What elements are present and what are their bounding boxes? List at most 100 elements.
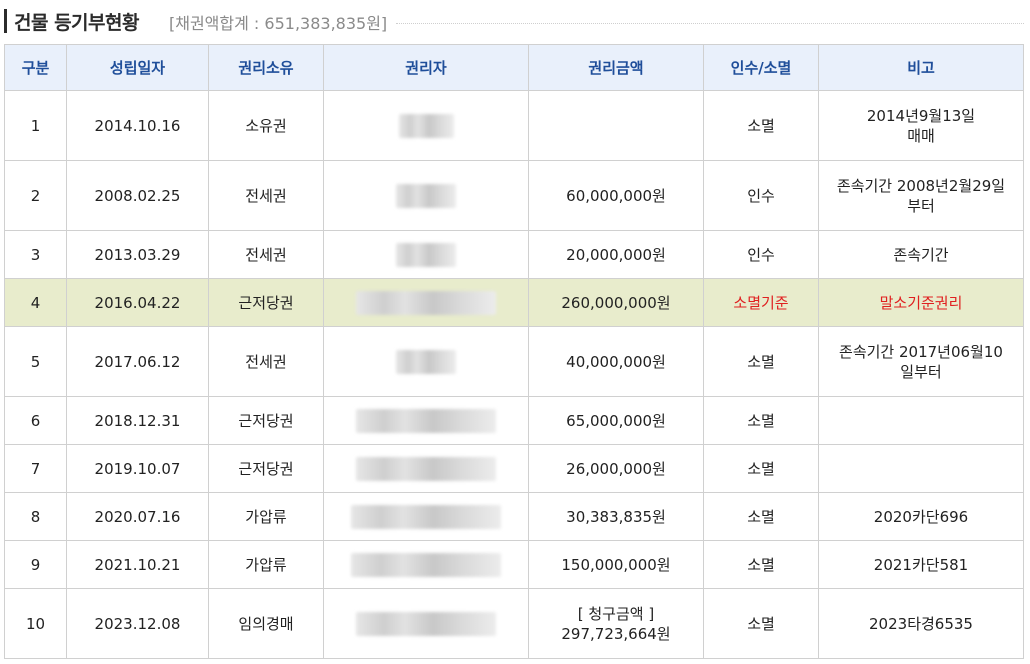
cell-type: 전세권 bbox=[208, 160, 324, 231]
cell-type: 전세권 bbox=[208, 230, 324, 279]
cell-no-line: 5 bbox=[30, 352, 41, 371]
section-title: 건물 등기부현황 bbox=[14, 12, 139, 34]
cell-status: 소멸 bbox=[703, 492, 819, 541]
cell-date-line: 2016.04.22 bbox=[94, 293, 181, 312]
cell-date-line: 2008.02.25 bbox=[94, 186, 181, 205]
cell-date: 2019.10.07 bbox=[66, 444, 209, 493]
table-row: 2 2008.02.25 전세권 60,000,000원 인수 존속기간 2008년2월2… bbox=[4, 160, 1024, 231]
cell-amount: 150,000,000원 bbox=[528, 540, 704, 589]
cell-no-line: 8 bbox=[30, 507, 41, 526]
cell-date: 2017.06.12 bbox=[66, 326, 209, 397]
cell-amount-line: [ 청구금액 ] bbox=[577, 604, 655, 623]
cell-date-line: 2014.10.16 bbox=[94, 116, 181, 135]
cell-date-line: 2019.10.07 bbox=[94, 459, 181, 478]
claims-total: [채권액합계 : 651,383,835원] bbox=[169, 14, 388, 33]
cell-note-line: 일부터 bbox=[900, 362, 942, 381]
cell-type: 근저당권 bbox=[208, 278, 324, 327]
table-row: 8 2020.07.16 가압류 30,383,835원 소멸 2020카단696 bbox=[4, 492, 1024, 541]
cell-date: 2014.10.16 bbox=[66, 90, 209, 161]
cell-note: 말소기준권리 bbox=[818, 278, 1024, 327]
cell-amount: 20,000,000원 bbox=[528, 230, 704, 279]
cell-note-line: 2023타경6535 bbox=[869, 614, 973, 633]
cell-no: 5 bbox=[4, 326, 67, 397]
cell-holder bbox=[323, 90, 529, 161]
col-header-type: 권리소유 bbox=[208, 44, 324, 91]
cell-no: 6 bbox=[4, 396, 67, 445]
redacted-name bbox=[396, 349, 456, 374]
cell-amount: 26,000,000원 bbox=[528, 444, 704, 493]
cell-no: 10 bbox=[4, 588, 67, 659]
title-marker bbox=[4, 9, 7, 33]
col-header-no: 구분 bbox=[4, 44, 67, 91]
cell-amount-line: 150,000,000원 bbox=[561, 555, 671, 574]
cell-holder bbox=[323, 588, 529, 659]
cell-amount-line: 30,383,835원 bbox=[566, 507, 666, 526]
cell-note bbox=[818, 444, 1024, 493]
cell-type-line: 근저당권 bbox=[238, 411, 294, 430]
table-row: 6 2018.12.31 근저당권 65,000,000원 소멸 bbox=[4, 396, 1024, 445]
cell-type: 근저당권 bbox=[208, 396, 324, 445]
table-row: 3 2013.03.29 전세권 20,000,000원 인수 존속기간 bbox=[4, 230, 1024, 279]
cell-amount: 260,000,000원 bbox=[528, 278, 704, 327]
cell-status: 소멸 bbox=[703, 396, 819, 445]
cell-status: 인수 bbox=[703, 160, 819, 231]
cell-no: 8 bbox=[4, 492, 67, 541]
cell-amount: 40,000,000원 bbox=[528, 326, 704, 397]
cell-note-line: 부터 bbox=[907, 196, 935, 215]
cell-status-line: 소멸 bbox=[747, 352, 775, 371]
cell-amount: 60,000,000원 bbox=[528, 160, 704, 231]
cell-amount bbox=[528, 90, 704, 161]
cell-type: 근저당권 bbox=[208, 444, 324, 493]
cell-holder bbox=[323, 492, 529, 541]
cell-date: 2023.12.08 bbox=[66, 588, 209, 659]
cell-no: 3 bbox=[4, 230, 67, 279]
cell-holder bbox=[323, 326, 529, 397]
cell-no: 1 bbox=[4, 90, 67, 161]
cell-date-line: 2020.07.16 bbox=[94, 507, 181, 526]
cell-holder bbox=[323, 160, 529, 231]
col-header-note: 비고 bbox=[818, 44, 1024, 91]
cell-note-line: 존속기간 2008년2월29일 bbox=[836, 176, 1006, 195]
cell-note: 2023타경6535 bbox=[818, 588, 1024, 659]
registry-table: 구분 성립일자 권리소유 권리자 권리금액 인수/소멸 비고 1 2014.10.… bbox=[4, 44, 1024, 659]
cell-holder bbox=[323, 230, 529, 279]
cell-date: 2013.03.29 bbox=[66, 230, 209, 279]
table-row: 5 2017.06.12 전세권 40,000,000원 소멸 존속기간 2017년06월… bbox=[4, 326, 1024, 397]
cell-status: 소멸 bbox=[703, 90, 819, 161]
cell-no-line: 9 bbox=[30, 555, 41, 574]
cell-date: 2021.10.21 bbox=[66, 540, 209, 589]
table-row: 1 2014.10.16 소유권 소멸 2014년9월13일 매매 bbox=[4, 90, 1024, 161]
table-row: 10 2023.12.08 임의경매 [ 청구금액 ] 297,723,664원 소멸 20… bbox=[4, 588, 1024, 659]
cell-amount: 65,000,000원 bbox=[528, 396, 704, 445]
cell-no-line: 10 bbox=[25, 614, 46, 633]
cell-type-line: 가압류 bbox=[245, 555, 287, 574]
cell-amount-line: 60,000,000원 bbox=[566, 186, 666, 205]
cell-date-line: 2017.06.12 bbox=[94, 352, 181, 371]
cell-status: 소멸 bbox=[703, 326, 819, 397]
cell-status-line: 소멸 bbox=[747, 411, 775, 430]
cell-holder bbox=[323, 444, 529, 493]
cell-no-line: 3 bbox=[30, 245, 41, 264]
cell-status-line: 소멸 bbox=[747, 116, 775, 135]
cell-note: 존속기간 2017년06월10 일부터 bbox=[818, 326, 1024, 397]
cell-note: 존속기간 2008년2월29일 부터 bbox=[818, 160, 1024, 231]
cell-amount-line: 26,000,000원 bbox=[566, 459, 666, 478]
cell-status-line: 소멸기준 bbox=[733, 293, 789, 312]
cell-holder bbox=[323, 278, 529, 327]
cell-status-line: 소멸 bbox=[747, 459, 775, 478]
cell-note-line: 2020카단696 bbox=[873, 507, 969, 526]
cell-type: 가압류 bbox=[208, 540, 324, 589]
redacted-name bbox=[351, 552, 501, 577]
cell-type: 전세권 bbox=[208, 326, 324, 397]
cell-type-line: 근저당권 bbox=[238, 459, 294, 478]
cell-amount-line: 297,723,664원 bbox=[561, 624, 671, 643]
redacted-name bbox=[356, 290, 496, 315]
cell-date: 2008.02.25 bbox=[66, 160, 209, 231]
cell-status-line: 인수 bbox=[747, 245, 775, 264]
cell-no: 7 bbox=[4, 444, 67, 493]
cell-status: 인수 bbox=[703, 230, 819, 279]
cell-note: 존속기간 bbox=[818, 230, 1024, 279]
table-row: 9 2021.10.21 가압류 150,000,000원 소멸 2021카단581 bbox=[4, 540, 1024, 589]
redacted-name bbox=[356, 408, 496, 433]
section-header: 건물 등기부현황 [채권액합계 : 651,383,835원] bbox=[0, 0, 1030, 44]
